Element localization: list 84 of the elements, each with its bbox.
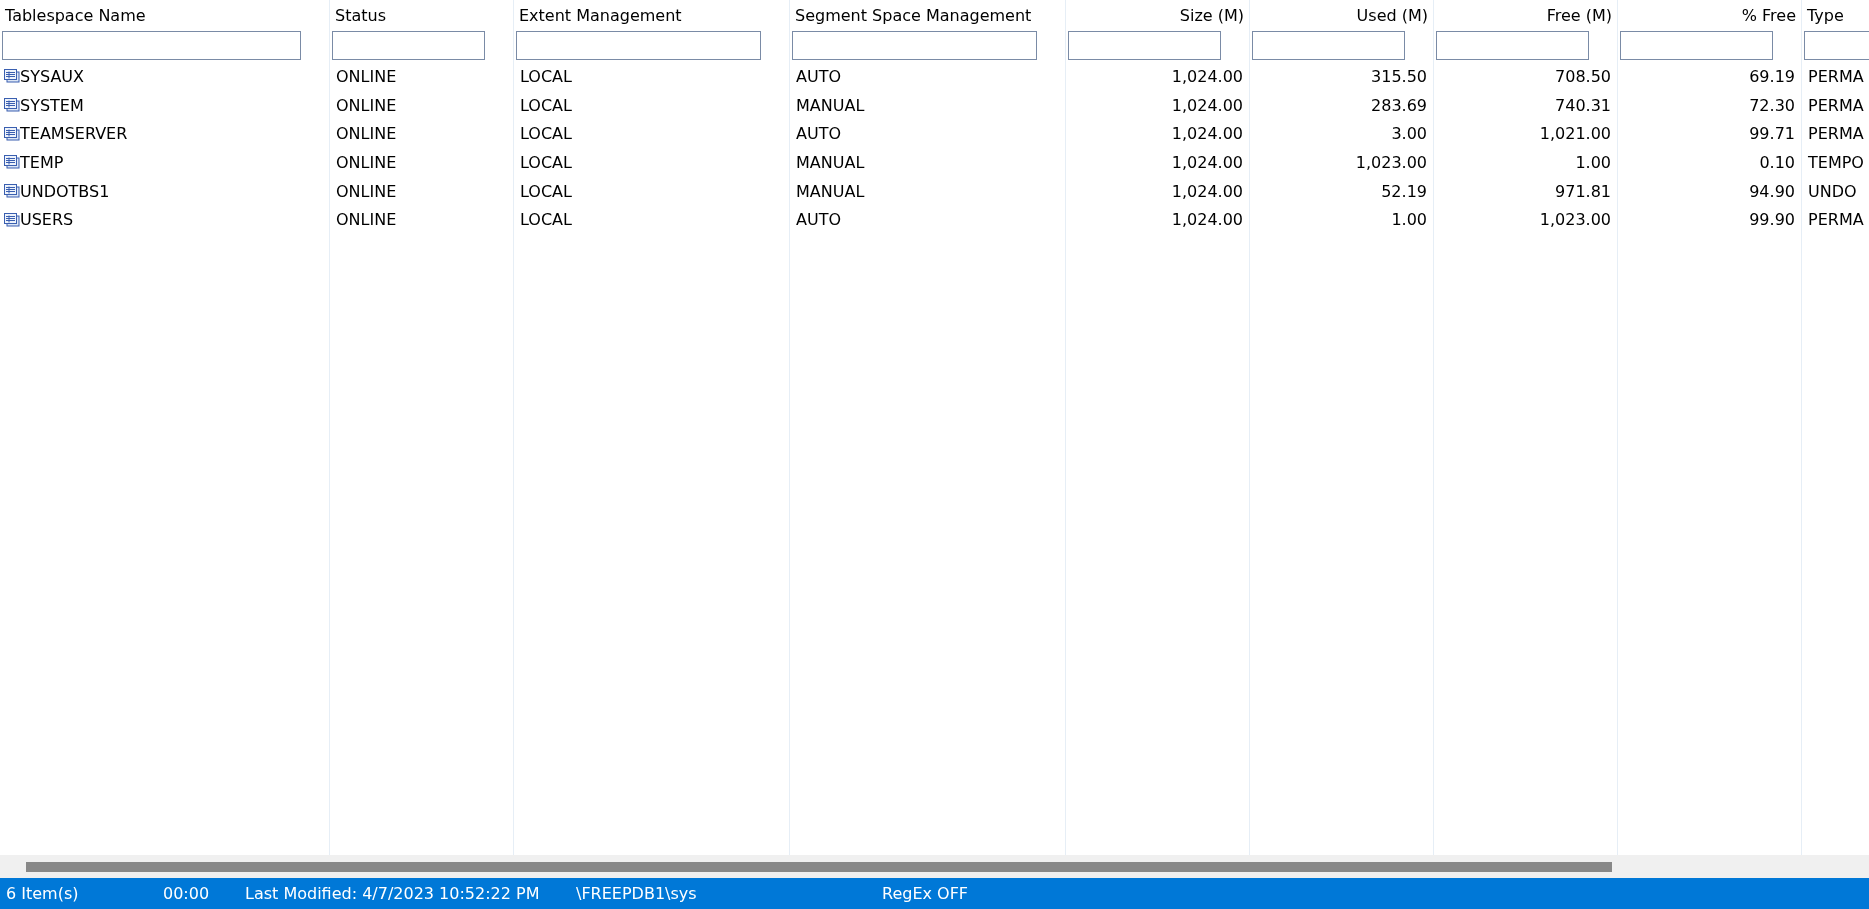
filter-field[interactable] (516, 31, 761, 60)
table-cell-text: ONLINE (335, 94, 398, 117)
table-cell-text: PERMA (1807, 94, 1865, 117)
table-cell-text: 1,024.00 (1170, 180, 1244, 203)
table-cell: UNDOTBS1 (20, 181, 110, 201)
table-cell-text: ONLINE (335, 123, 398, 146)
scrollbar-thumb[interactable] (26, 861, 1612, 872)
column-header[interactable]: Segment Space Management (790, 0, 1065, 31)
table-cell-text: AUTO (795, 209, 843, 232)
table-icon (4, 184, 20, 199)
filter-field[interactable] (332, 31, 485, 60)
table-cell-text: 1,023.00 (1538, 209, 1612, 232)
table-cell-text: LOCAL (519, 151, 573, 174)
table-cell-text: 1,021.00 (1538, 123, 1612, 146)
column-header[interactable]: Type (1802, 0, 1869, 31)
table-cell-text: 94.90 (1748, 180, 1796, 203)
table-cell-text: 3.00 (1390, 123, 1428, 146)
table-cell-text: PERMA (1807, 123, 1865, 146)
column-header[interactable]: % Free (1618, 0, 1801, 31)
table-cell-text: 708.50 (1554, 65, 1612, 88)
column-header[interactable]: Extent Management (514, 0, 789, 31)
column-header[interactable]: Tablespace Name (0, 0, 329, 31)
status-text: \FREEPDB1\sys (575, 884, 698, 903)
table-cell: TEMP (20, 152, 64, 172)
status-text: Last Modified: 4/7/2023 10:52:22 PM (244, 884, 541, 903)
column-header[interactable]: Used (M) (1250, 0, 1433, 31)
table-icon (4, 98, 20, 113)
table-cell-text: 1,024.00 (1170, 94, 1244, 117)
table-cell-text: 1,024.00 (1170, 151, 1244, 174)
table-cell-text: 1,024.00 (1170, 209, 1244, 232)
table-cell-text: ONLINE (335, 65, 398, 88)
filter-field[interactable] (1068, 31, 1221, 60)
table-cell-text: ONLINE (335, 151, 398, 174)
table-cell-text: 971.81 (1554, 180, 1612, 203)
column-header[interactable]: Status (330, 0, 513, 31)
status-text: RegEx OFF (881, 884, 970, 903)
table-cell-text: 1.00 (1390, 209, 1428, 232)
table-cell-text: 1,023.00 (1354, 151, 1428, 174)
filter-field[interactable] (792, 31, 1037, 60)
table-cell-text: 315.50 (1370, 65, 1428, 88)
table-icon (4, 69, 20, 84)
table-cell-text: MANUAL (795, 151, 866, 174)
table-cell-text: LOCAL (519, 209, 573, 232)
table-cell-text: PERMA (1807, 209, 1865, 232)
table-cell-text: 52.19 (1380, 180, 1428, 203)
column-header[interactable]: Free (M) (1434, 0, 1617, 31)
filter-field[interactable] (1436, 31, 1589, 60)
table-cell-text: MANUAL (795, 180, 866, 203)
table-cell-text: TEMPO (1807, 151, 1865, 174)
status-text: 00:00 (162, 884, 211, 903)
table-cell-text: 99.71 (1748, 123, 1796, 146)
table-icon (4, 212, 20, 227)
status-text: 6 Item(s) (5, 884, 80, 903)
table-cell-text: 740.31 (1554, 94, 1612, 117)
table-cell: SYSAUX (20, 66, 84, 86)
table-cell-text: 1,024.00 (1170, 65, 1244, 88)
table-cell-text: LOCAL (519, 94, 573, 117)
table-cell-text: 1.00 (1574, 151, 1612, 174)
filter-field[interactable] (2, 31, 301, 60)
table-cell-text: 1,024.00 (1170, 123, 1244, 146)
filter-field[interactable] (1620, 31, 1773, 60)
table-cell-text: 69.19 (1748, 65, 1796, 88)
table-cell-text: LOCAL (519, 123, 573, 146)
table-cell-text: 99.90 (1748, 209, 1796, 232)
table-cell-text: PERMA (1807, 65, 1865, 88)
filter-field[interactable] (1252, 31, 1405, 60)
table-cell-text: LOCAL (519, 65, 573, 88)
table-cell-text: AUTO (795, 65, 843, 88)
table-cell-text: LOCAL (519, 180, 573, 203)
table-cell-text: 283.69 (1370, 94, 1428, 117)
table-cell-text: UNDO (1807, 180, 1858, 203)
table-cell-text: 0.10 (1758, 151, 1796, 174)
table-cell-text: AUTO (795, 123, 843, 146)
table-cell-text: ONLINE (335, 180, 398, 203)
table-icon (4, 126, 20, 141)
table-cell: SYSTEM (20, 95, 84, 115)
horizontal-scrollbar[interactable] (0, 855, 1869, 878)
table-cell-text: ONLINE (335, 209, 398, 232)
table-cell-text: 72.30 (1748, 94, 1796, 117)
table-cell: TEAMSERVER (20, 124, 128, 144)
table-icon (4, 155, 20, 170)
column-header[interactable]: Size (M) (1066, 0, 1249, 31)
table-cell-text: MANUAL (795, 94, 866, 117)
table-cell: USERS (20, 210, 74, 230)
